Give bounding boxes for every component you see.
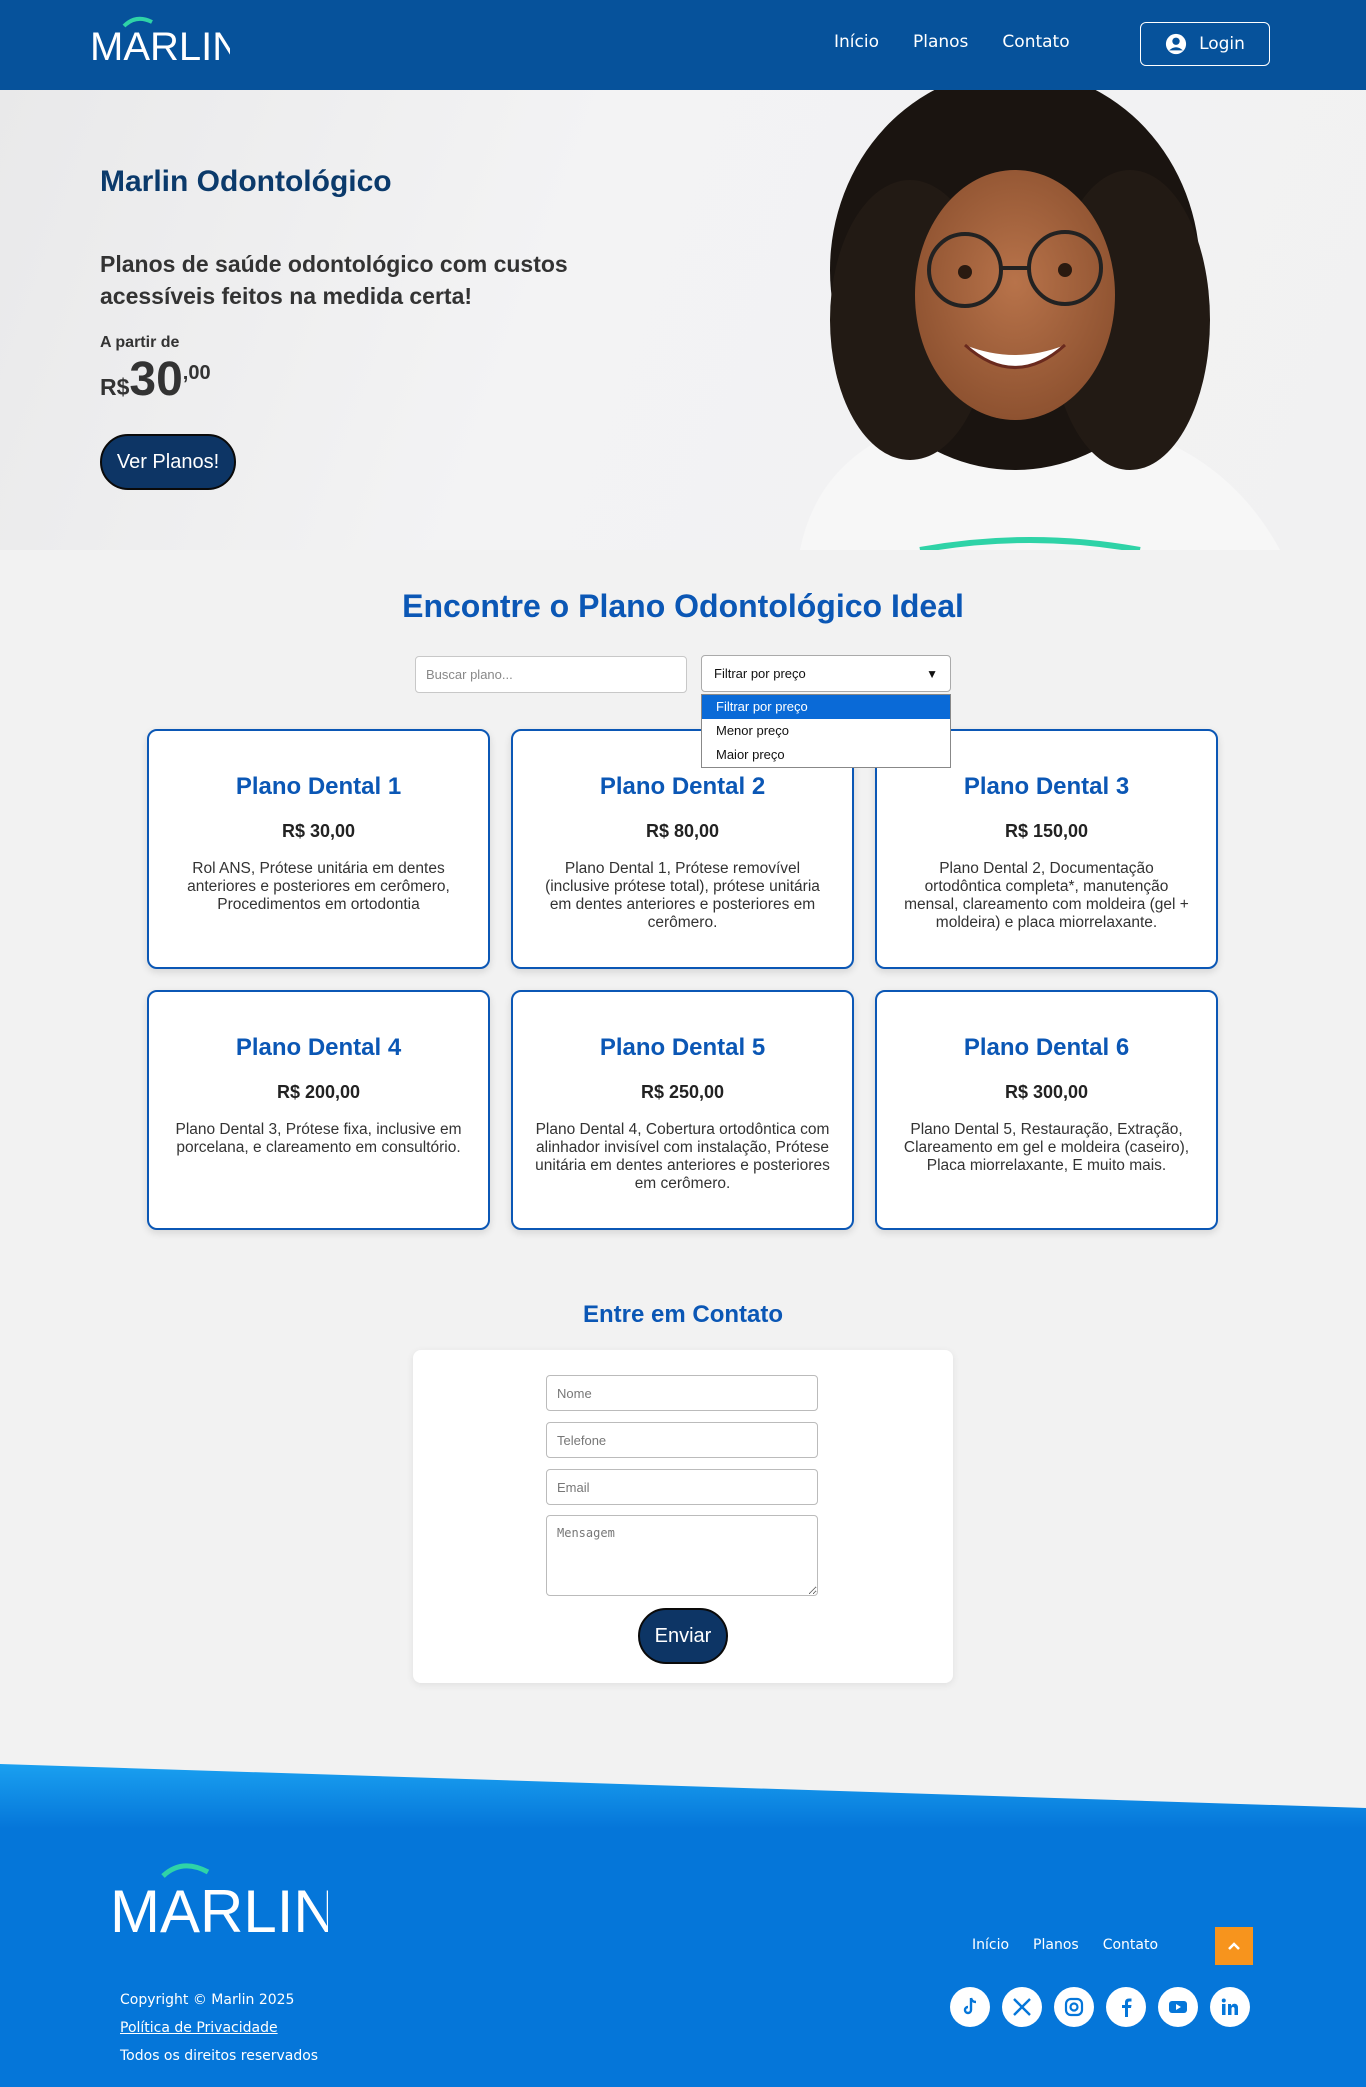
send-button[interactable]: Enviar <box>638 1608 728 1664</box>
chevron-up-icon <box>1228 1942 1240 1950</box>
footer-info: Copyright © Marlin 2025 Política de Priv… <box>120 1986 318 2070</box>
privacy-policy-link[interactable]: Política de Privacidade <box>120 2014 318 2042</box>
price-filter-select[interactable]: Filtrar por preço ▼ <box>701 655 951 692</box>
footer-nav: Início Planos Contato <box>972 1937 1158 1953</box>
plan-description: Plano Dental 1, Prótese removível (inclu… <box>545 860 820 931</box>
login-button[interactable]: Login <box>1140 22 1270 66</box>
plan-name: Plano Dental 5 <box>599 1034 766 1061</box>
user-circle-icon <box>1165 33 1187 55</box>
price-from-label: A partir de <box>100 334 180 351</box>
filter-option-lowest[interactable]: Menor preço <box>702 719 950 743</box>
marlin-logo[interactable]: MARLIN <box>90 14 241 72</box>
chevron-down-icon: ▼ <box>926 666 938 681</box>
price-integer: 30 <box>129 353 183 406</box>
footer-link-planos[interactable]: Planos <box>1033 1937 1079 1953</box>
plan-name: Plano Dental 1 <box>235 773 402 800</box>
svg-text:MARLIN: MARLIN <box>90 25 230 69</box>
plan-price: R$ 80,00 <box>645 821 720 841</box>
plan-card[interactable]: Plano Dental 6 R$ 300,00 Plano Dental 5,… <box>875 990 1218 1230</box>
plan-description: Plano Dental 5, Restauração, Extração, C… <box>903 1121 1190 1174</box>
filter-option-default[interactable]: Filtrar por preço <box>702 695 950 719</box>
x-icon[interactable] <box>1002 1987 1042 2027</box>
plan-description: Plano Dental 2, Documentação ortodôntica… <box>904 860 1189 931</box>
name-field[interactable] <box>546 1375 818 1411</box>
plan-search-input[interactable] <box>415 656 687 693</box>
tiktok-icon[interactable] <box>950 1987 990 2027</box>
plans-grid: Plano Dental 1 R$ 30,00 Rol ANS, Prótese… <box>147 729 1219 1230</box>
footer-marlin-logo[interactable]: MARLIN <box>108 1862 337 1954</box>
hero-woman-photo <box>800 90 1280 550</box>
nav-link-inicio[interactable]: Início <box>834 32 879 52</box>
facebook-icon[interactable] <box>1106 1987 1146 2027</box>
plan-card[interactable]: Plano Dental 1 R$ 30,00 Rol ANS, Prótese… <box>147 729 490 969</box>
youtube-icon[interactable] <box>1158 1987 1198 2027</box>
contact-form: Enviar <box>413 1350 953 1683</box>
plan-card[interactable]: Plano Dental 4 R$ 200,00 Plano Dental 3,… <box>147 990 490 1230</box>
email-field[interactable] <box>546 1469 818 1505</box>
social-links <box>950 1987 1250 2027</box>
plan-name: Plano Dental 3 <box>963 773 1130 800</box>
message-field[interactable] <box>546 1515 818 1596</box>
hero-section: Marlin Odontológico Planos de saúde odon… <box>0 90 1366 550</box>
instagram-icon[interactable] <box>1054 1987 1094 2027</box>
plan-name: Plano Dental 2 <box>599 773 766 800</box>
filter-selected-value: Filtrar por preço <box>714 666 806 681</box>
price-cents: ,00 <box>182 362 211 384</box>
plan-description: Plano Dental 4, Cobertura ortodôntica co… <box>535 1121 830 1192</box>
price-filter-dropdown: Filtrar por preço Menor preço Maior preç… <box>701 694 951 768</box>
price-currency: R$ <box>100 374 130 400</box>
plan-description: Plano Dental 3, Prótese fixa, inclusive … <box>175 1121 462 1156</box>
nav-link-contato[interactable]: Contato <box>1002 32 1069 52</box>
plan-price: R$ 250,00 <box>640 1082 725 1102</box>
plan-price: R$ 30,00 <box>281 821 356 841</box>
plan-name: Plano Dental 4 <box>235 1034 402 1061</box>
plan-price: R$ 300,00 <box>1004 1082 1089 1102</box>
filter-option-highest[interactable]: Maior preço <box>702 743 950 767</box>
plan-price: R$ 200,00 <box>276 1082 361 1102</box>
hero-subtitle: Planos de saúde odontológico com custos … <box>100 251 568 309</box>
phone-field[interactable] <box>546 1422 818 1458</box>
nav-link-planos[interactable]: Planos <box>913 32 968 52</box>
rights-text: Todos os direitos reservados <box>120 2048 319 2064</box>
footer-link-contato[interactable]: Contato <box>1103 1937 1158 1953</box>
plan-card[interactable]: Plano Dental 5 R$ 250,00 Plano Dental 4,… <box>511 990 854 1230</box>
plan-name: Plano Dental 6 <box>963 1034 1130 1061</box>
plan-price: R$ 150,00 <box>1004 821 1089 841</box>
main-nav: Início Planos Contato <box>834 32 1070 52</box>
login-label: Login <box>1199 34 1245 54</box>
back-to-top-button[interactable] <box>1215 1927 1253 1965</box>
see-plans-button[interactable]: Ver Planos! <box>100 434 236 490</box>
hero-price: R$ 30 ,00 <box>100 352 211 408</box>
contact-title: Entre em Contato <box>582 1301 783 1328</box>
linkedin-icon[interactable] <box>1210 1987 1250 2027</box>
svg-text:MARLIN: MARLIN <box>110 1878 328 1945</box>
plan-description: Rol ANS, Prótese unitária em dentes ante… <box>187 860 450 913</box>
copyright-text: Copyright © Marlin 2025 <box>120 1992 295 2008</box>
site-header: MARLIN Início Planos Contato Login <box>0 0 1366 90</box>
hero-title: Marlin Odontológico <box>100 165 392 198</box>
plans-title: Encontre o Plano Odontológico Ideal <box>402 588 964 624</box>
footer-link-inicio[interactable]: Início <box>972 1937 1009 1953</box>
